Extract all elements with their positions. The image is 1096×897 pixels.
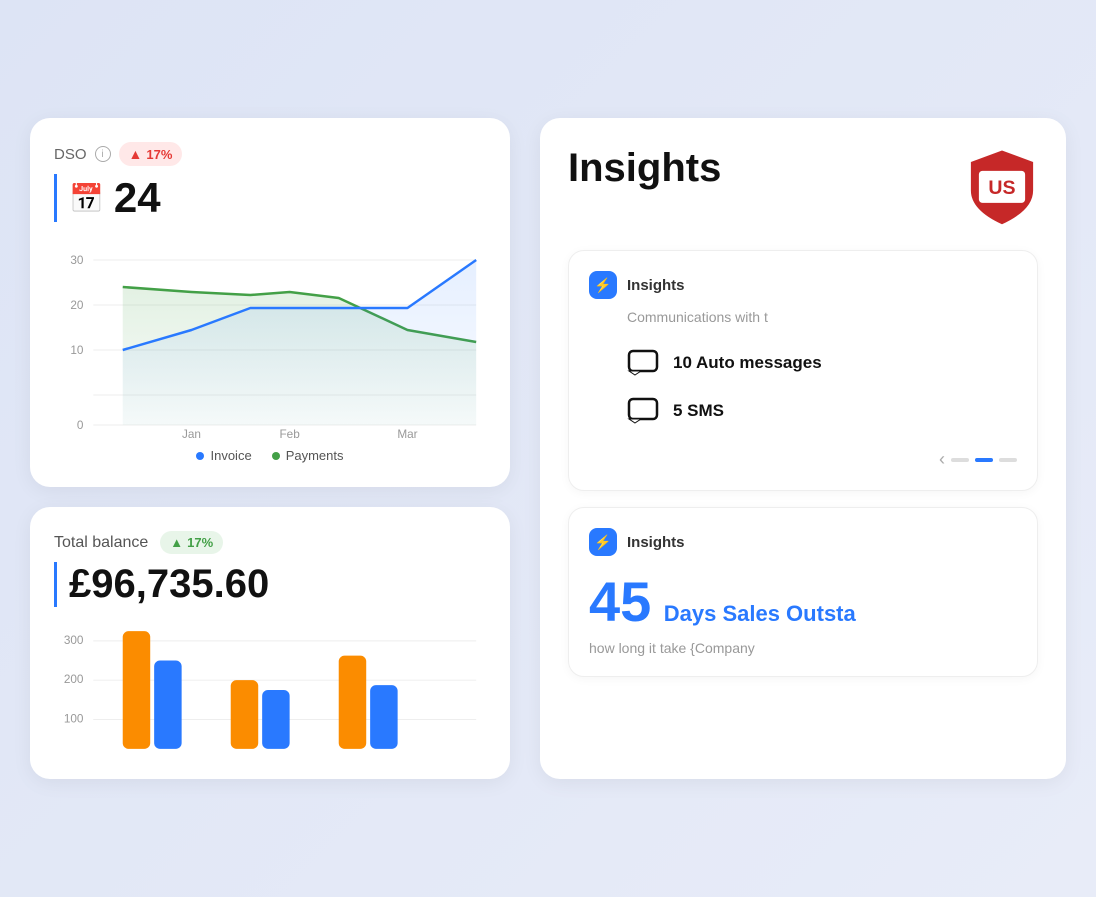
- insights-title: Insights: [568, 146, 721, 190]
- insight-card-2-header: ⚡ Insights: [589, 528, 1017, 556]
- dso-number: 24: [114, 174, 161, 222]
- svg-text:10: 10: [70, 343, 83, 357]
- dso-chart: 30 20 10 0 Jan Feb Mar: [54, 240, 486, 440]
- insight-card-2-title: Insights: [627, 534, 685, 551]
- sms-stat: 5 SMS: [589, 387, 1017, 435]
- insight-card-1-title: Insights: [627, 277, 685, 294]
- svg-text:0: 0: [77, 418, 84, 432]
- insight-badge-1: ⚡: [589, 271, 617, 299]
- green-arrow-icon: ▲: [170, 535, 183, 550]
- right-panel: Insights US ⚡ Insights Communications wi…: [540, 118, 1066, 779]
- insight-desc-2: how long it take {Company: [589, 640, 1017, 656]
- balance-label: Total balance: [54, 534, 148, 552]
- svg-text:Feb: Feb: [279, 427, 300, 440]
- prev-arrow[interactable]: ‹: [939, 449, 945, 470]
- balance-chart: 300 200 100: [54, 625, 486, 755]
- chart-legend: Invoice Payments: [54, 448, 486, 463]
- dso-label: DSO: [54, 146, 87, 163]
- dot-2-active: [975, 458, 993, 462]
- invoice-dot: [196, 452, 204, 460]
- dso-big-number: 45: [589, 570, 651, 633]
- svg-text:30: 30: [70, 253, 83, 267]
- right-header: Insights US: [568, 146, 1038, 226]
- balance-badge: ▲ 17%: [160, 531, 223, 554]
- us-logo: US: [966, 146, 1038, 226]
- pagination-1: ‹: [589, 449, 1017, 470]
- legend-invoice: Invoice: [196, 448, 251, 463]
- dso-card: DSO i ▲ 17% 📅 24: [30, 118, 510, 487]
- sms-text: 5 SMS: [673, 401, 724, 421]
- info-icon[interactable]: i: [95, 146, 111, 162]
- dot-3: [999, 458, 1017, 462]
- insight-badge-2: ⚡: [589, 528, 617, 556]
- insight-card-1-header: ⚡ Insights: [589, 271, 1017, 299]
- balance-card: Total balance ▲ 17% £96,735.60 300 200 1…: [30, 507, 510, 779]
- svg-text:US: US: [988, 177, 1015, 199]
- dso-value: 📅 24: [54, 174, 486, 222]
- auto-messages-text: 10 Auto messages: [673, 353, 822, 373]
- lightning-icon-2: ⚡: [594, 534, 611, 551]
- lightning-icon-1: ⚡: [594, 277, 611, 294]
- chat-bubble-icon-2: [627, 395, 659, 427]
- svg-text:100: 100: [64, 712, 84, 725]
- insight-card-2: ⚡ Insights 45 Days Sales Outsta how long…: [568, 507, 1038, 677]
- svg-text:Mar: Mar: [397, 427, 417, 440]
- dso-big-label: Days Sales Outsta: [664, 601, 856, 626]
- balance-header: Total balance ▲ 17%: [54, 531, 486, 554]
- balance-number: £96,735.60: [69, 562, 269, 607]
- svg-text:200: 200: [64, 673, 84, 686]
- svg-text:20: 20: [70, 298, 83, 312]
- insight-subtitle-1: Communications with t: [589, 309, 1017, 325]
- balance-value: £96,735.60: [54, 562, 486, 607]
- chat-bubble-icon-1: [627, 347, 659, 379]
- dso-header: DSO i ▲ 17%: [54, 142, 486, 166]
- dso-badge: ▲ 17%: [119, 142, 183, 166]
- auto-messages-stat: 10 Auto messages: [589, 339, 1017, 387]
- dot-1: [951, 458, 969, 462]
- legend-payments: Payments: [272, 448, 344, 463]
- calendar-icon: 📅: [69, 182, 104, 215]
- svg-text:Jan: Jan: [182, 427, 201, 440]
- left-column: DSO i ▲ 17% 📅 24: [30, 118, 510, 779]
- main-container: DSO i ▲ 17% 📅 24: [30, 118, 1066, 779]
- up-arrow-icon: ▲: [129, 146, 143, 162]
- payments-dot: [272, 452, 280, 460]
- insight-card-1: ⚡ Insights Communications with t 10 Auto…: [568, 250, 1038, 491]
- svg-text:300: 300: [64, 634, 84, 647]
